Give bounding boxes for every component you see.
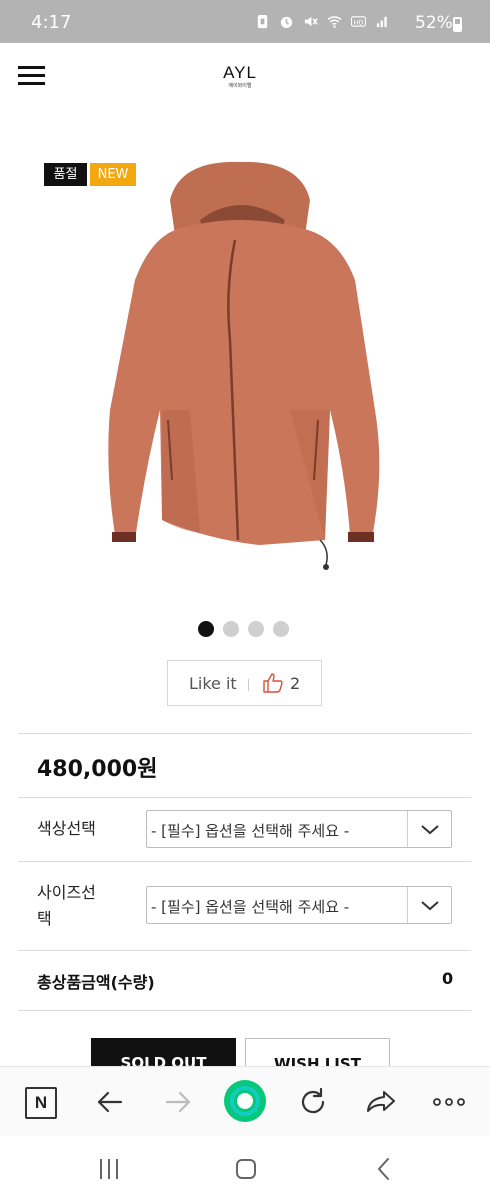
color-dropdown-button[interactable]: [407, 811, 451, 847]
hamburger-icon[interactable]: [18, 66, 45, 86]
divider: [18, 733, 471, 734]
svg-text:HD: HD: [354, 18, 364, 26]
browser-toolbar: N: [0, 1066, 490, 1136]
system-nav-bar: [0, 1136, 490, 1200]
size-dropdown-button[interactable]: [407, 887, 451, 923]
carousel-dots: [198, 621, 289, 637]
home-icon[interactable]: [233, 1156, 259, 1182]
divider: [18, 950, 471, 951]
like-separator: [248, 679, 249, 691]
divider: [18, 861, 471, 862]
signal-icon: [376, 16, 387, 28]
product-image[interactable]: [90, 140, 400, 600]
divider: [18, 1010, 471, 1011]
sold-out-button-label: SOLD OUT: [120, 1054, 207, 1068]
share-icon[interactable]: [364, 1085, 398, 1119]
wifi-icon: [327, 16, 342, 28]
total-value: 0: [442, 969, 454, 988]
site-logo[interactable]: AYL 에이와이엘: [210, 63, 270, 89]
carousel-dot[interactable]: [248, 621, 264, 637]
color-option-label: 색상선택: [37, 819, 96, 838]
product-price: 480,000원: [37, 757, 158, 782]
status-time: 4:17: [31, 12, 72, 33]
like-label: Like it: [189, 674, 237, 693]
more-icon[interactable]: [432, 1085, 466, 1119]
alarm-icon: [280, 16, 293, 29]
carousel-dot[interactable]: [273, 621, 289, 637]
carousel-dot[interactable]: [223, 621, 239, 637]
carousel-dot[interactable]: [198, 621, 214, 637]
thumbs-up-icon: [263, 673, 283, 693]
like-button[interactable]: Like it 2: [167, 660, 322, 706]
jacket-body: [108, 220, 380, 545]
color-select-value: - [필수] 옵션을 선택해 주세요 -: [151, 822, 350, 840]
size-select[interactable]: - [필수] 옵션을 선택해 주세요 -: [146, 886, 452, 924]
like-count: 2: [290, 674, 301, 693]
battery-icon: [453, 17, 462, 32]
back-icon[interactable]: [93, 1085, 127, 1119]
size-select-value: - [필수] 옵션을 선택해 주세요 -: [151, 898, 350, 916]
chevron-down-icon: [421, 825, 439, 835]
status-icons: HD: [255, 14, 390, 29]
color-select[interactable]: - [필수] 옵션을 선택해 주세요 -: [146, 810, 452, 848]
sold-out-badge: 품절: [44, 163, 87, 186]
nfc-icon: [257, 14, 268, 29]
site-header: AYL 에이와이엘: [0, 43, 490, 108]
battery-percent: 52%: [415, 13, 453, 33]
logo-subtext: 에이와이엘: [228, 83, 252, 89]
logo-text: AYL: [223, 63, 257, 82]
naver-icon[interactable]: N: [25, 1087, 57, 1119]
size-option-label: 사이즈선 택: [37, 883, 96, 928]
hd-icon: HD: [351, 16, 366, 27]
back-icon[interactable]: [371, 1156, 397, 1182]
sold-out-button[interactable]: SOLD OUT: [91, 1038, 236, 1068]
wish-list-button[interactable]: WISH LIST: [245, 1038, 390, 1068]
home-icon[interactable]: [224, 1080, 266, 1122]
mute-icon: [304, 16, 318, 27]
status-bar: 4:17 HD 52%: [0, 0, 490, 43]
divider: [18, 797, 471, 798]
forward-icon[interactable]: [161, 1085, 195, 1119]
chevron-down-icon: [421, 901, 439, 911]
total-label: 총상품금액(수량): [37, 973, 155, 992]
refresh-icon[interactable]: [296, 1085, 330, 1119]
wish-list-button-label: WISH LIST: [274, 1055, 361, 1068]
recents-icon[interactable]: [96, 1156, 122, 1182]
